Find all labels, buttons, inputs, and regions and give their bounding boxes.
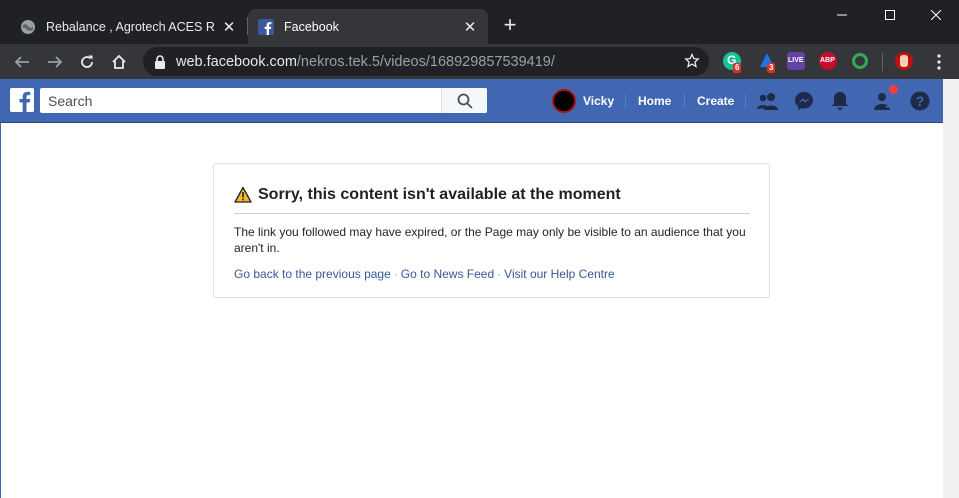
ring-ext-icon[interactable]	[851, 52, 869, 70]
facebook-header: Vicky Home Create ?	[0, 79, 943, 123]
facebook-logo-icon[interactable]	[10, 88, 34, 112]
tab-title: Rebalance , Agrotech ACES Rifle	[46, 19, 215, 34]
url-path: /nekros.tek.5/videos/168929857539419/	[296, 53, 555, 70]
profile-link[interactable]: Vicky	[552, 79, 614, 123]
profile-name: Vicky	[583, 94, 615, 108]
tab-strip: Rebalance , Agrotech ACES Rifle ✕ Facebo…	[0, 0, 959, 44]
close-tab-icon[interactable]: ✕	[462, 19, 478, 36]
home-icon[interactable]	[105, 48, 133, 76]
url-text: web.facebook.com/nekros.tek.5/videos/168…	[176, 54, 555, 70]
link-separator: ·	[497, 267, 502, 281]
svg-text:?: ?	[916, 93, 925, 109]
friend-requests-icon[interactable]	[757, 90, 779, 112]
reload-icon[interactable]	[73, 48, 101, 76]
back-icon[interactable]	[8, 48, 36, 76]
link-separator: ·	[393, 267, 398, 281]
search-icon	[457, 93, 473, 109]
error-message: The link you followed may have expired, …	[234, 225, 746, 255]
help-centre-link[interactable]: Visit our Help Centre	[504, 267, 615, 281]
tab-title: Facebook	[284, 19, 339, 34]
create-label: Create	[697, 94, 735, 108]
globe-icon	[21, 19, 35, 34]
adblock-plus-icon[interactable]: ABP	[819, 52, 837, 70]
error-links: Go back to the previous page · Go to News …	[234, 267, 615, 281]
notifications-icon[interactable]	[829, 90, 851, 112]
go-back-link[interactable]: Go back to the previous page	[234, 267, 391, 281]
minimize-icon[interactable]	[819, 0, 865, 30]
avatar	[552, 89, 576, 113]
warning-icon	[234, 186, 252, 203]
card-header: Sorry, this content isn't available at t…	[234, 186, 750, 214]
news-feed-link[interactable]: Go to News Feed	[401, 267, 494, 281]
scrollbar[interactable]	[943, 79, 959, 498]
messenger-icon[interactable]	[793, 90, 815, 112]
facebook-icon	[258, 18, 274, 35]
bookmark-star-icon[interactable]	[684, 53, 700, 69]
content-unavailable-card: Sorry, this content isn't available at t…	[213, 163, 770, 298]
close-window-icon[interactable]	[913, 0, 959, 30]
nav-divider	[625, 94, 626, 108]
close-tab-icon[interactable]: ✕	[221, 19, 237, 36]
vpn-ext-icon[interactable]: 3	[758, 52, 776, 73]
search-button[interactable]	[441, 88, 487, 113]
address-bar[interactable]: web.facebook.com/nekros.tek.5/videos/168…	[143, 47, 709, 76]
nav-divider	[684, 94, 685, 108]
live-ext-icon[interactable]: LIVE	[787, 52, 805, 70]
browser-toolbar: web.facebook.com/nekros.tek.5/videos/168…	[0, 44, 959, 79]
tab-rebalance[interactable]: Rebalance , Agrotech ACES Rifle ✕	[10, 9, 247, 44]
help-icon[interactable]: ?	[909, 90, 931, 112]
tab-facebook[interactable]: Facebook ✕	[248, 9, 488, 44]
create-link[interactable]: Create	[697, 79, 734, 123]
profile-avatar-icon[interactable]	[895, 52, 913, 70]
search-input[interactable]	[40, 89, 440, 112]
forward-icon[interactable]	[41, 48, 69, 76]
error-title: Sorry, this content isn't available at t…	[258, 186, 621, 203]
lock-icon	[155, 54, 165, 69]
new-tab-icon[interactable]: +	[500, 14, 520, 36]
search-box	[40, 88, 487, 113]
url-host: web.facebook.com	[176, 53, 297, 70]
toolbar-divider	[882, 53, 883, 71]
home-label: Home	[638, 94, 672, 108]
maximize-icon[interactable]	[867, 0, 913, 30]
grammarly-ext-icon[interactable]: G 6	[723, 52, 742, 73]
chrome-menu-icon[interactable]	[925, 48, 953, 76]
notification-dot	[889, 85, 898, 94]
home-link[interactable]: Home	[638, 79, 671, 123]
groups-icon[interactable]	[873, 85, 898, 112]
nav-divider	[745, 94, 746, 108]
